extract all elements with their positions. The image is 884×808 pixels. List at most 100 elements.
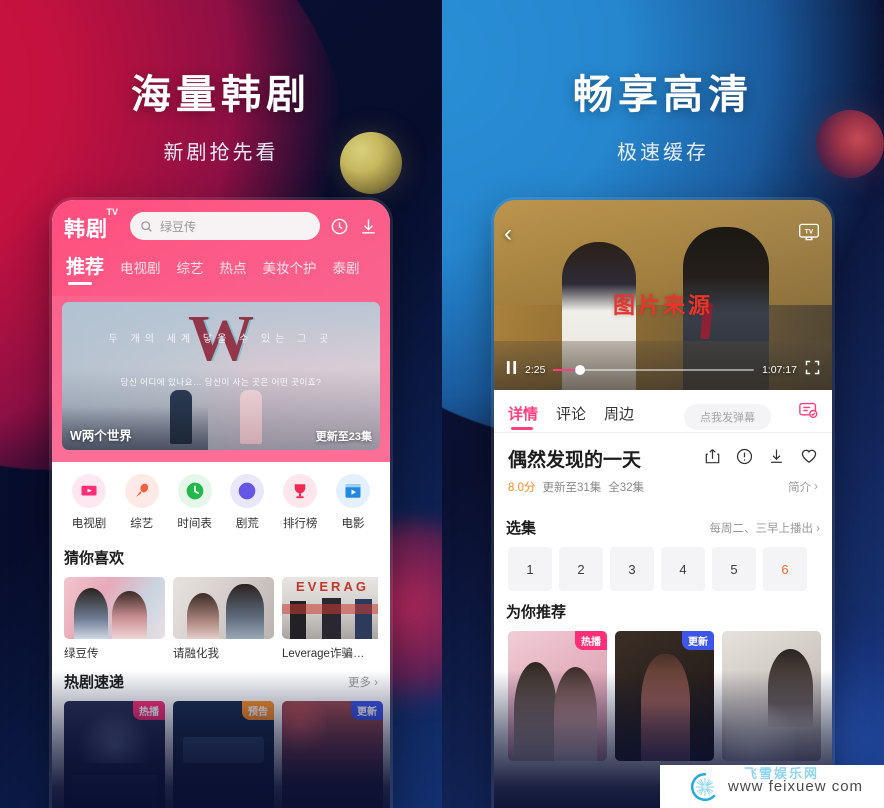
detail-title-row: 偶然发现的一天 xyxy=(494,433,832,472)
left-subheadline: 新剧抢先看 xyxy=(163,142,279,164)
banner-carousel: W 두 개의 세계 닿을 수 있는 그 곳 당신 어디에 있나요… 당신이 사는… xyxy=(52,296,390,462)
player-controls[interactable]: 2:25 1:07:17 xyxy=(494,360,832,380)
tv-cast-icon[interactable]: TV xyxy=(798,222,820,247)
more-label: 更多 xyxy=(347,676,371,689)
pause-icon[interactable] xyxy=(506,361,517,379)
header-top-row: 韩剧 TV 绿豆传 xyxy=(64,207,378,241)
favorite-heart-icon[interactable] xyxy=(800,447,818,470)
guess-you-like-list[interactable]: 绿豆传 请融化我 EVERAG Leverage诈骗… xyxy=(64,577,378,661)
list-item[interactable]: 更新 xyxy=(615,631,714,761)
tab-recommend[interactable]: 推荐 xyxy=(66,252,104,286)
page-title: 偶然发现的一天 xyxy=(508,450,642,471)
fullscreen-icon[interactable] xyxy=(805,360,820,380)
episode-button[interactable]: 5 xyxy=(712,547,756,591)
list-item[interactable]: EVERAG Leverage诈骗… xyxy=(282,577,378,661)
schedule-label: 每周二、三早上播出 xyxy=(709,522,813,535)
danmu-input-button[interactable]: 点我发弹幕 xyxy=(684,404,771,430)
tab-around[interactable]: 周边 xyxy=(604,403,634,432)
hot-drama-list[interactable]: 热播 预告 更新 xyxy=(52,701,390,808)
list-item[interactable]: 绿豆传 xyxy=(64,577,165,661)
share-icon[interactable] xyxy=(704,448,721,470)
episode-button[interactable]: 3 xyxy=(610,547,654,591)
trophy-icon xyxy=(283,474,318,508)
banner-figure-right xyxy=(240,390,263,444)
list-item[interactable]: 更新 xyxy=(282,701,383,808)
detail-tab-bar: 详情 评论 周边 点我发弹幕 xyxy=(494,390,832,432)
quick-nav-ranking[interactable]: 排行榜 xyxy=(277,474,323,531)
episode-button[interactable]: 2 xyxy=(559,547,603,591)
progress-knob[interactable] xyxy=(574,365,585,375)
progress-slider[interactable] xyxy=(553,365,754,375)
list-item[interactable]: 热播 xyxy=(64,701,165,808)
tv-play-icon xyxy=(72,474,106,508)
status-badge: 预告 xyxy=(242,701,274,720)
app-logo: 韩剧 TV xyxy=(64,207,120,241)
list-item[interactable]: 请融化我 xyxy=(173,577,274,661)
quick-nav-label: 时间表 xyxy=(177,518,212,530)
back-chevron-icon[interactable]: ‹ xyxy=(504,222,512,246)
quick-nav-schedule[interactable]: 时间表 xyxy=(172,474,218,531)
quick-nav-variety[interactable]: 综艺 xyxy=(119,474,165,531)
status-badge: 热播 xyxy=(575,631,607,650)
tab-beauty[interactable]: 美妆个护 xyxy=(263,257,317,286)
right-headline: 畅享高清 xyxy=(573,73,753,117)
detail-meta-row: 8.0分 更新至31集 全32集 简介 › xyxy=(494,472,832,507)
episode-button-current[interactable]: 6 xyxy=(763,547,807,591)
danmu-settings-icon[interactable] xyxy=(799,402,818,432)
intro-label: 简介 xyxy=(788,482,812,494)
category-tabs: 推荐 电视剧 综艺 热点 美妆个护 泰剧 xyxy=(64,252,378,286)
section-recommend: 为你推荐 xyxy=(494,591,832,622)
item-title: Leverage诈骗… xyxy=(282,648,365,660)
banner-korean-subline: 당신 어디에 있나요… 당신이 사는 곳은 어떤 곳이죠? xyxy=(120,377,322,387)
more-link[interactable]: 更多 › xyxy=(348,674,378,690)
chevron-right-icon: › xyxy=(816,522,820,535)
tab-variety[interactable]: 综艺 xyxy=(177,257,204,286)
banner-slide[interactable]: W 두 개의 세계 닿을 수 있는 그 곳 당신 어디에 있나요… 당신이 사는… xyxy=(62,302,380,450)
search-input[interactable]: 绿豆传 xyxy=(130,212,320,240)
watermark-site-url: www feixuew com xyxy=(728,778,864,795)
status-badge: 更新 xyxy=(351,701,383,720)
item-title: 绿豆传 xyxy=(64,648,99,660)
tab-hotspot[interactable]: 热点 xyxy=(220,257,247,286)
report-icon[interactable] xyxy=(736,448,753,470)
site-watermark: 飞雪娱乐网 www feixuew com xyxy=(660,765,884,808)
clock-icon xyxy=(177,474,212,508)
download-icon[interactable] xyxy=(768,448,785,470)
left-promo-panel: 海量韩剧 新剧抢先看 韩剧 TV 绿豆传 推荐 电视剧 综艺 热点 美妆个护 泰… xyxy=(0,0,442,808)
intro-link[interactable]: 简介 › xyxy=(788,479,818,495)
app-logo-text: 韩剧 xyxy=(64,217,108,241)
section-header: 为你推荐 xyxy=(506,601,820,622)
banner-title: W两个世界 xyxy=(70,429,132,443)
right-subheadline: 极速缓存 xyxy=(617,142,709,164)
list-item[interactable] xyxy=(722,631,821,761)
section-header: 猜你喜欢 xyxy=(64,547,378,568)
section-hot-drama: 热剧速递 更多 › xyxy=(52,661,390,692)
update-status: 更新至31集 xyxy=(542,482,602,494)
section-title: 为你推荐 xyxy=(506,604,567,621)
banner-episode-info: 更新至23集 xyxy=(315,431,372,443)
list-item[interactable]: 预告 xyxy=(173,701,274,808)
watermark-text-block: 飞雪娱乐网 www feixuew com xyxy=(728,767,864,795)
tab-tv-series[interactable]: 电视剧 xyxy=(120,257,161,286)
banner-figure-left xyxy=(170,390,193,444)
tab-comments[interactable]: 评论 xyxy=(556,403,586,432)
tab-detail[interactable]: 详情 xyxy=(508,403,538,432)
history-icon[interactable] xyxy=(330,217,349,236)
schedule-link[interactable]: 每周二、三早上播出 › xyxy=(709,520,820,536)
thumbnail xyxy=(64,577,165,639)
quick-nav-discover[interactable]: 剧荒 xyxy=(224,474,270,531)
section-title: 猜你喜欢 xyxy=(64,550,125,567)
tab-thai-drama[interactable]: 泰剧 xyxy=(333,257,360,286)
left-headline-block: 海量韩剧 新剧抢先看 xyxy=(0,72,442,165)
download-icon[interactable] xyxy=(359,217,378,236)
section-title: 热剧速递 xyxy=(64,674,125,691)
quick-nav-tv-series[interactable]: 电视剧 xyxy=(66,474,112,531)
episode-button[interactable]: 1 xyxy=(508,547,552,591)
episode-grid[interactable]: 1 2 3 4 5 6 xyxy=(494,547,832,591)
right-promo-panel: 畅享高清 极速缓存 ‹ TV 2:25 1:07:17 详情 评论 周边 点我发… xyxy=(442,0,884,808)
thumbnail: EVERAG xyxy=(282,577,378,639)
recommend-list[interactable]: 热播 更新 xyxy=(494,631,832,761)
list-item[interactable]: 热播 xyxy=(508,631,607,761)
quick-nav-movie[interactable]: 电影 xyxy=(330,474,376,531)
episode-button[interactable]: 4 xyxy=(661,547,705,591)
